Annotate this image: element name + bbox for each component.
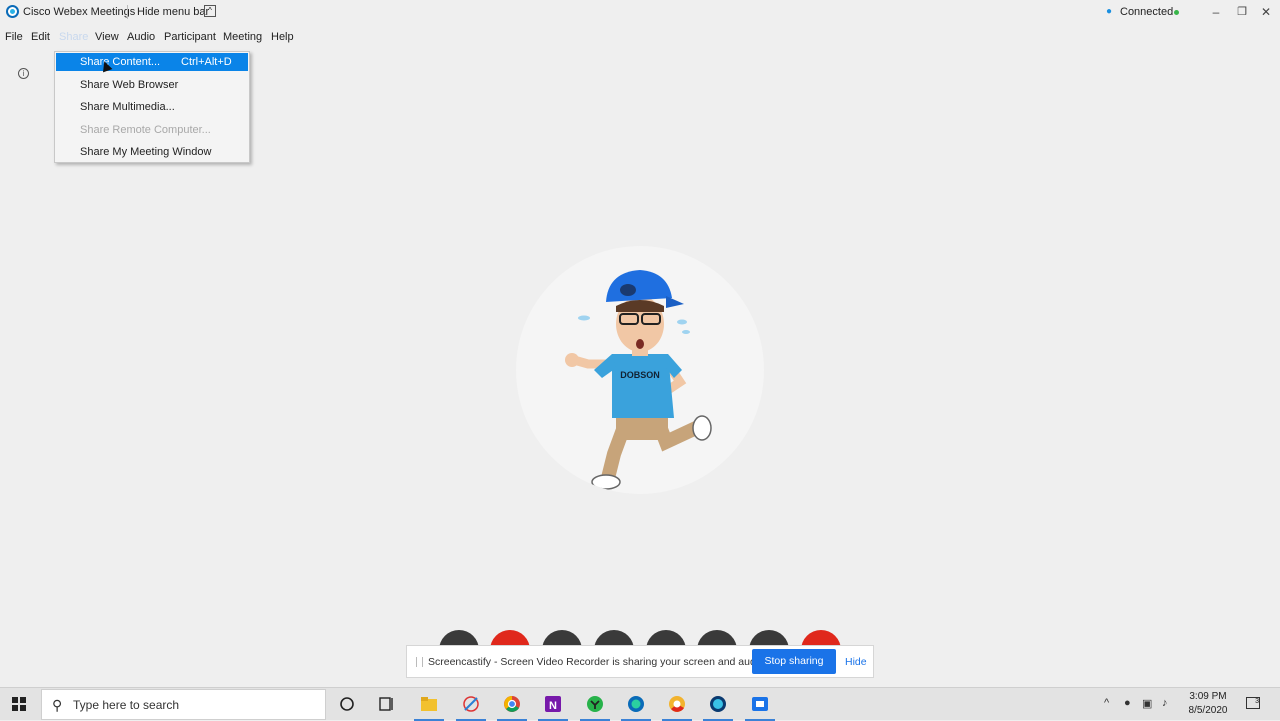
chevron-up-icon[interactable]: ^ [204, 5, 216, 17]
volume-icon[interactable]: ♪ [1162, 697, 1168, 709]
meeting-info-icon[interactable]: i [18, 68, 29, 79]
title-bar: Cisco Webex Meetings Hide menu bar ^ ● C… [0, 0, 1280, 26]
snipping-tool-icon[interactable] [456, 695, 486, 721]
participant-avatar: DOBSON [516, 246, 764, 494]
stop-sharing-button[interactable]: Stop sharing [752, 649, 836, 674]
hide-menu-bar-button[interactable]: Hide menu bar [137, 6, 209, 18]
share-meeting-window-item[interactable]: Share My Meeting Window [56, 143, 248, 161]
restore-icon[interactable]: ❐ [1233, 3, 1251, 21]
bitmoji-runner-icon: DOBSON [565, 270, 712, 490]
menu-bar: File Edit Share View Audio Participant M… [0, 28, 1280, 46]
network-icon[interactable]: ▣ [1142, 697, 1152, 710]
share-dropdown-menu: Share Content... Ctrl+Alt+D Share Web Br… [54, 51, 250, 163]
menu-help[interactable]: Help [271, 31, 294, 43]
title-separator [127, 5, 128, 19]
taskbar-search-box[interactable]: ⚲ Type here to search [41, 689, 326, 720]
webex-logo-icon [6, 5, 19, 18]
onenote-icon[interactable]: N [538, 695, 568, 721]
close-icon[interactable]: ✕ [1257, 3, 1275, 21]
hide-button[interactable]: Hide [845, 656, 867, 668]
share-multimedia-item[interactable]: Share Multimedia... [56, 98, 248, 116]
status-dot-icon [1174, 10, 1179, 15]
chrome-canary-icon[interactable] [662, 695, 692, 721]
clock-time[interactable]: 3:09 PM [1188, 691, 1228, 702]
task-view-icon[interactable] [378, 695, 396, 713]
connection-icon: ● [1106, 6, 1113, 17]
menu-share[interactable]: Share [59, 31, 88, 43]
connection-status: Connected [1120, 6, 1174, 18]
menu-edit[interactable]: Edit [31, 31, 50, 43]
share-web-browser-item[interactable]: Share Web Browser [56, 76, 248, 94]
chrome-icon[interactable] [497, 695, 527, 721]
webex-app-icon[interactable] [621, 695, 651, 721]
notification-icon[interactable]: 3 [1246, 697, 1260, 709]
menu-audio[interactable]: Audio [127, 31, 155, 43]
share-remote-computer-item: Share Remote Computer... [80, 124, 211, 136]
drag-handle-icon[interactable] [416, 657, 423, 667]
menu-file[interactable]: File [5, 31, 23, 43]
app-title: Cisco Webex Meetings [23, 6, 136, 18]
chevron-up-icon[interactable]: ^ [1104, 697, 1109, 709]
clock-date[interactable]: 8/5/2020 [1186, 705, 1230, 716]
green-app-icon[interactable] [580, 695, 610, 721]
share-content-item[interactable]: Share Content... Ctrl+Alt+D [56, 53, 248, 71]
windows-start-icon[interactable] [12, 697, 26, 711]
menu-meeting[interactable]: Meeting [223, 31, 262, 43]
file-explorer-icon[interactable] [414, 695, 444, 721]
menu-participant[interactable]: Participant [164, 31, 216, 43]
screencastify-icon[interactable] [745, 695, 775, 721]
webex-meetings-icon[interactable] [703, 695, 733, 721]
windows-taskbar: ⚲ Type here to search N ^ ● ▣ ♪ 3:09 PM … [0, 687, 1280, 721]
screen-sharing-bar: Screencastify - Screen Video Recorder is… [406, 645, 874, 678]
cortana-icon[interactable] [338, 695, 356, 713]
microphone-icon[interactable]: ● [1124, 697, 1131, 709]
shortcut-label: Ctrl+Alt+D [181, 56, 232, 68]
sharing-message: Screencastify - Screen Video Recorder is… [428, 656, 767, 668]
shirt-text: DOBSON [620, 370, 660, 380]
menu-view[interactable]: View [95, 31, 119, 43]
minimize-icon[interactable]: – [1207, 3, 1225, 21]
search-placeholder: Type here to search [73, 698, 180, 712]
svg-text:N: N [549, 700, 557, 712]
search-icon: ⚲ [52, 697, 63, 713]
